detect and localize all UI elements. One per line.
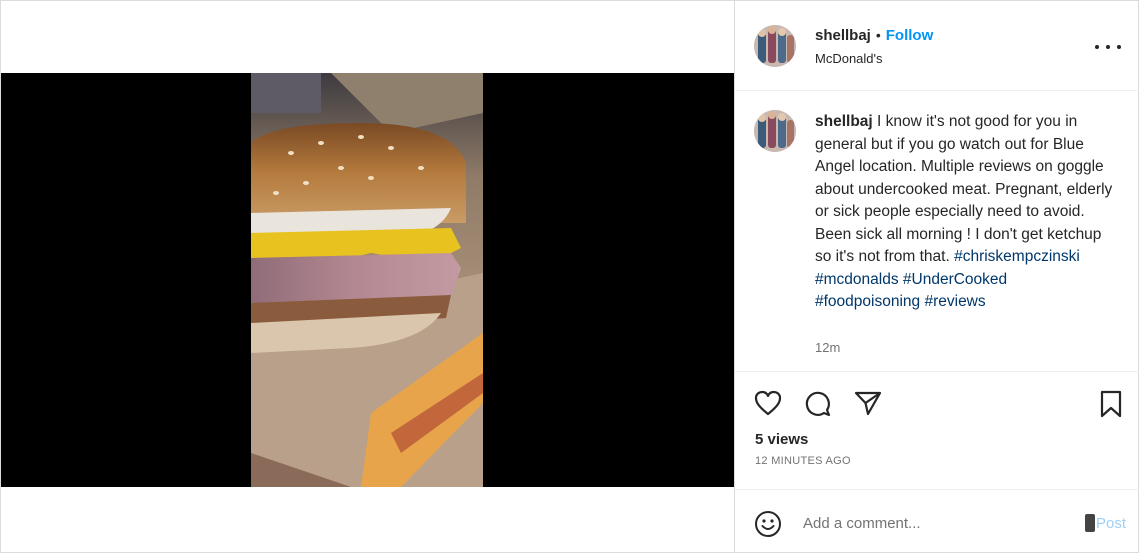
text-cursor-icon (1084, 514, 1095, 532)
hashtag-link[interactable]: #foodpoisoning (815, 293, 920, 310)
caption-username[interactable]: shellbaj (815, 113, 873, 130)
hashtag-link[interactable]: #chriskempczinski (954, 248, 1080, 265)
action-bar: 5 views 12 MINUTES AGO (735, 372, 1139, 490)
paper-plane (854, 391, 882, 416)
bookmark-outline (1100, 390, 1122, 418)
post-header: shellbaj • Follow McDonald's (735, 1, 1139, 91)
smiley-face (755, 511, 781, 537)
avatar[interactable] (754, 110, 796, 152)
post-author-info: shellbaj • Follow McDonald's (815, 27, 933, 66)
more-options-icon[interactable] (1095, 39, 1121, 55)
follow-button[interactable]: Follow (886, 27, 934, 44)
media-pane (1, 1, 734, 552)
author-username[interactable]: shellbaj (815, 27, 871, 44)
comment-icon[interactable] (804, 390, 832, 423)
comment-bar: Post (735, 490, 1139, 552)
caption-area: shellbaj I know it's not good for you in… (735, 91, 1139, 372)
hashtag-link[interactable]: #reviews (924, 293, 985, 310)
post-label: Post (1095, 514, 1126, 532)
separator-dot: • (875, 27, 881, 43)
speech-bubble (805, 391, 831, 417)
more-dot (1117, 45, 1121, 49)
burger-video-frame[interactable] (251, 73, 483, 487)
more-dot (1106, 45, 1110, 49)
post-date: 12 MINUTES AGO (755, 455, 851, 467)
view-count[interactable]: 5 views (755, 431, 808, 448)
video-player[interactable] (1, 73, 734, 487)
caption-body: I know it's not good for you in general … (815, 113, 1113, 265)
burger-image (251, 73, 483, 487)
save-icon[interactable] (1099, 390, 1123, 423)
avatar[interactable] (754, 25, 796, 67)
profile-photo (754, 25, 796, 67)
hashtag-link[interactable]: #mcdonalds (815, 271, 899, 288)
comment-input[interactable] (801, 508, 1065, 538)
post-location[interactable]: McDonald's (815, 51, 933, 66)
caption-text: shellbaj I know it's not good for you in… (815, 111, 1115, 314)
more-dot (1095, 45, 1099, 49)
emoji-icon[interactable] (754, 510, 782, 543)
post-side-pane: shellbaj • Follow McDonald's shellbaj I kn… (734, 1, 1139, 552)
profile-photo (754, 110, 796, 152)
caption-timestamp[interactable]: 12m (815, 340, 840, 355)
share-icon[interactable] (854, 390, 882, 421)
heart-outline (754, 390, 782, 416)
hashtag-link[interactable]: #UnderCooked (903, 271, 1007, 288)
post-comment-button[interactable]: Post (1084, 514, 1126, 532)
like-icon[interactable] (754, 390, 782, 421)
